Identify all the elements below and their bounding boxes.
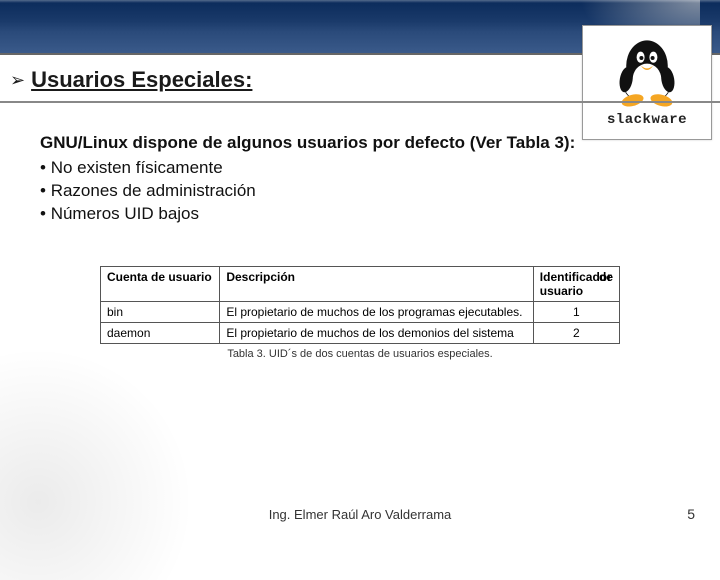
list-item: Números UID bajos	[40, 203, 680, 226]
cell-uid: 2	[533, 322, 619, 343]
list-item: No existen físicamente	[40, 157, 680, 180]
footer-page-number: 5	[687, 506, 695, 522]
cell-desc: El propietario de muchos de los demonios…	[220, 322, 533, 343]
slide-heading: Usuarios Especiales:	[31, 67, 252, 93]
col-uid: Identificador de usuario	[533, 266, 619, 301]
cell-account: daemon	[101, 322, 220, 343]
bullet-list: No existen físicamente Razones de admini…	[40, 157, 680, 226]
cell-account: bin	[101, 301, 220, 322]
table-caption: Tabla 3. UID´s de dos cuentas de usuario…	[100, 348, 620, 360]
table-header-row: Cuenta de usuario Descripción Identifica…	[101, 266, 620, 301]
cell-uid: 1	[533, 301, 619, 322]
table-row: bin El propietario de muchos de los prog…	[101, 301, 620, 322]
table-container: Cuenta de usuario Descripción Identifica…	[100, 266, 620, 360]
slide-heading-row: ➢ Usuarios Especiales:	[0, 55, 720, 103]
slide-content: GNU/Linux dispone de algunos usuarios po…	[0, 103, 720, 360]
table-row: daemon El propietario de muchos de los d…	[101, 322, 620, 343]
footer-author: Ing. Elmer Raúl Aro Valderrama	[0, 507, 720, 522]
cell-desc: El propietario de muchos de los programa…	[220, 301, 533, 322]
col-uid-sub: usuario	[540, 284, 583, 298]
logo-label: slackware	[587, 112, 707, 128]
list-item: Razones de administración	[40, 180, 680, 203]
col-uid-right: de	[599, 270, 613, 284]
users-table: Cuenta de usuario Descripción Identifica…	[100, 266, 620, 344]
col-account: Cuenta de usuario	[101, 266, 220, 301]
bullet-arrow-icon: ➢	[10, 70, 25, 91]
col-desc: Descripción	[220, 266, 533, 301]
